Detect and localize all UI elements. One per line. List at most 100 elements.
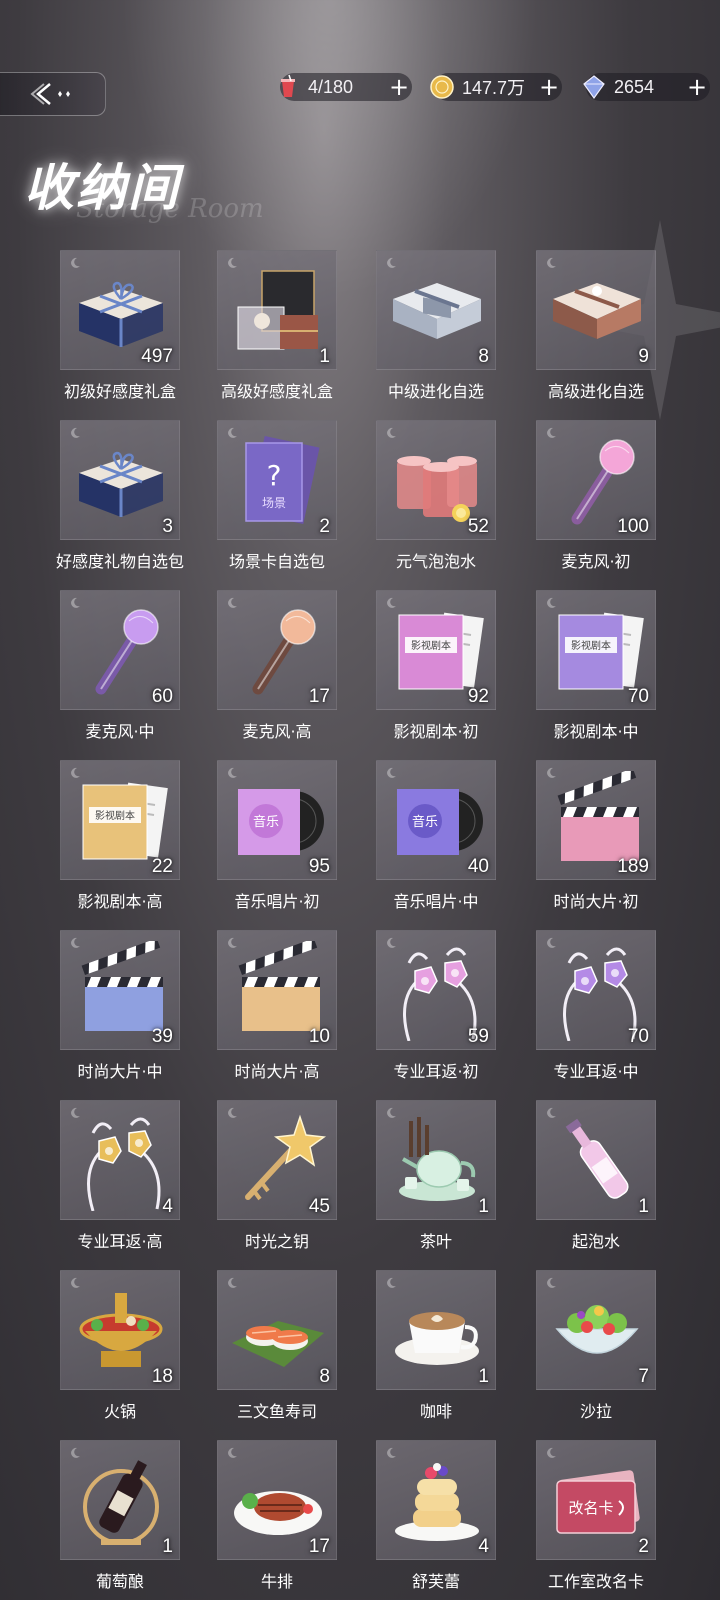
item-tile[interactable]: 9 [536,250,656,370]
item-tile[interactable]: 音乐 95 [217,760,337,880]
item-card[interactable]: 音乐 95 音乐唱片·初 [197,760,357,930]
item-count: 9 [638,346,649,367]
item-tile[interactable]: 1 [536,1100,656,1220]
item-count: 60 [151,686,173,707]
item-tile[interactable]: 改名卡 2 [536,1440,656,1560]
navy-gift-box-icon [79,451,163,517]
item-card[interactable]: 1 咖啡 [356,1270,516,1440]
item-tile[interactable]: 8 [217,1270,337,1390]
item-tile[interactable]: 70 [536,930,656,1050]
item-tile[interactable]: 1 [60,1440,180,1560]
item-card[interactable]: ? 场景 2 场景卡自选包 [197,420,357,590]
item-tile[interactable]: 影视剧本 22 [60,760,180,880]
item-card[interactable]: 39 时尚大片·中 [40,930,200,1100]
back-button[interactable] [0,72,106,116]
item-card[interactable]: 影视剧本 22 影视剧本·高 [40,760,200,930]
item-card[interactable]: 7 沙拉 [516,1270,676,1440]
item-card[interactable]: 45 时光之钥 [197,1100,357,1270]
svg-text:影视剧本: 影视剧本 [411,639,451,652]
currency-value: 147.7万 [462,78,526,98]
item-card[interactable]: 100 麦克风·初 [516,420,676,590]
item-card[interactable]: 影视剧本 70 影视剧本·中 [516,590,676,760]
item-tile[interactable]: 8 [376,250,496,370]
item-count: 8 [319,1366,330,1387]
item-card[interactable]: 1 茶叶 [356,1100,516,1270]
item-tile[interactable]: 100 [536,420,656,540]
currency-diamond: 2654 + [583,73,710,101]
item-card[interactable]: 影视剧本 92 影视剧本·初 [356,590,516,760]
item-card[interactable]: 70 专业耳返·中 [516,930,676,1100]
item-label: 专业耳返·高 [77,1232,163,1251]
item-card[interactable]: 4 舒芙蕾 [356,1440,516,1600]
item-tile[interactable]: 60 [60,590,180,710]
add-gold-button[interactable]: + [536,73,562,101]
item-card[interactable]: 189 时尚大片·初 [516,760,676,930]
item-label: 时尚大片·中 [77,1062,163,1081]
item-label: 专业耳返·中 [553,1062,639,1081]
item-card[interactable]: 3 好感度礼物自选包 [40,420,200,590]
item-card[interactable]: 4 专业耳返·高 [40,1100,200,1270]
item-card[interactable]: 17 麦克风·高 [197,590,357,760]
item-card[interactable]: 18 火锅 [40,1270,200,1440]
item-tile[interactable]: 音乐 40 [376,760,496,880]
item-tile[interactable]: 7 [536,1270,656,1390]
drink-cup-icon [281,74,295,97]
item-card[interactable]: 52 元气泡泡水 [356,420,516,590]
item-label: 好感度礼物自选包 [55,552,184,571]
item-label: 影视剧本·中 [553,722,639,741]
rename-card-icon: 改名卡 [556,1470,640,1534]
item-label: 舒芙蕾 [411,1572,460,1591]
scene-card-icon: ? 场景 [245,436,320,524]
item-tile[interactable]: 4 [376,1440,496,1560]
item-card[interactable]: 497 初级好感度礼盒 [40,250,200,420]
item-count: 8 [478,346,489,367]
item-count: 189 [617,856,649,877]
item-tile[interactable]: 10 [217,930,337,1050]
item-tile[interactable]: 497 [60,250,180,370]
item-tile[interactable]: 52 [376,420,496,540]
item-card[interactable]: 59 专业耳返·初 [356,930,516,1100]
item-tile[interactable]: 3 [60,420,180,540]
item-label: 葡萄酿 [95,1572,144,1591]
item-tile[interactable]: 17 [217,590,337,710]
item-tile[interactable]: 17 [217,1440,337,1560]
item-card[interactable]: 改名卡 2 工作室改名卡 [516,1440,676,1600]
item-card[interactable]: 1 起泡水 [516,1100,676,1270]
item-card[interactable]: 1 高级好感度礼盒 [197,250,357,420]
item-tile[interactable]: 4 [60,1100,180,1220]
item-tile[interactable]: 影视剧本 92 [376,590,496,710]
item-tile[interactable]: 59 [376,930,496,1050]
add-stamina-button[interactable]: + [386,73,412,101]
item-tile[interactable]: ? 场景 2 [217,420,337,540]
item-count: 45 [308,1196,330,1217]
item-label: 音乐唱片·中 [393,892,479,911]
item-label: 场景卡自选包 [228,552,325,571]
item-tile[interactable]: 39 [60,930,180,1050]
currency-value: 4/180 [308,76,354,97]
item-tile[interactable]: 1 [376,1100,496,1220]
item-card[interactable]: 8 中级进化自选 [356,250,516,420]
add-diamond-button[interactable]: + [684,73,710,101]
item-tile[interactable]: 45 [217,1100,337,1220]
item-tile[interactable]: 1 [217,250,337,370]
item-count: 17 [308,1536,330,1557]
item-card[interactable]: 17 牛排 [197,1440,357,1600]
item-label: 牛排 [260,1572,293,1591]
back-arrow-icon [29,83,70,105]
item-card[interactable]: 音乐 40 音乐唱片·中 [356,760,516,930]
item-count: 1 [319,346,330,367]
item-label: 初级好感度礼盒 [63,382,176,401]
item-label: 茶叶 [419,1232,452,1251]
item-card[interactable]: 8 三文鱼寿司 [197,1270,357,1440]
item-tile[interactable]: 189 [536,760,656,880]
item-count: 40 [467,856,489,877]
item-card[interactable]: 1 葡萄酿 [40,1440,200,1600]
item-label: 时尚大片·初 [553,892,639,911]
item-card[interactable]: 10 时尚大片·高 [197,930,357,1100]
item-card[interactable]: 60 麦克风·中 [40,590,200,760]
item-card[interactable]: 9 高级进化自选 [516,250,676,420]
item-tile[interactable]: 18 [60,1270,180,1390]
currency-stamina: 4/180 + [280,73,412,101]
item-tile[interactable]: 影视剧本 70 [536,590,656,710]
item-tile[interactable]: 1 [376,1270,496,1390]
